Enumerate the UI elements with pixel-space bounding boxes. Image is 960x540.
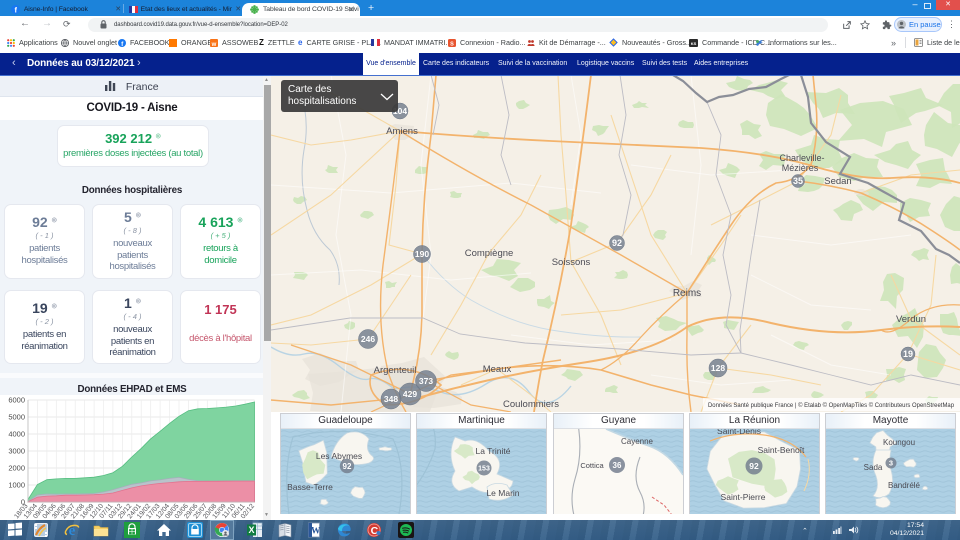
svg-text:Verdun: Verdun bbox=[896, 314, 926, 325]
svg-text:1000: 1000 bbox=[8, 481, 25, 490]
svg-text:Saint-Pierre: Saint-Pierre bbox=[721, 492, 766, 502]
svg-text:92: 92 bbox=[612, 238, 622, 248]
svg-text:Cottica: Cottica bbox=[580, 461, 604, 470]
svg-text:348: 348 bbox=[384, 394, 398, 404]
svg-text:S: S bbox=[450, 41, 454, 47]
svg-text:4000: 4000 bbox=[8, 430, 25, 439]
svg-text:X: X bbox=[248, 525, 254, 535]
svg-text:Saint-Benoît: Saint-Benoît bbox=[758, 445, 805, 455]
svg-text:Koungou: Koungou bbox=[883, 438, 915, 447]
svg-text:Carte des: Carte des bbox=[288, 84, 331, 95]
svg-text:C: C bbox=[371, 525, 379, 537]
svg-text:92: 92 bbox=[749, 461, 759, 471]
svg-text:Données Santé publique France: Données Santé publique France | © Etalab… bbox=[708, 401, 954, 409]
svg-text:5000: 5000 bbox=[8, 413, 25, 422]
svg-text:36: 36 bbox=[613, 461, 622, 470]
svg-text:190: 190 bbox=[415, 249, 429, 259]
svg-text:Coulommiers: Coulommiers bbox=[503, 399, 559, 410]
svg-text:Les Abymes: Les Abymes bbox=[316, 451, 362, 461]
svg-text:3: 3 bbox=[889, 459, 893, 468]
svg-text:Meaux: Meaux bbox=[483, 364, 512, 375]
svg-text:Le Marin: Le Marin bbox=[486, 488, 519, 498]
svg-text:Sada: Sada bbox=[864, 463, 883, 472]
svg-text:w: w bbox=[211, 42, 217, 47]
svg-text:Reims: Reims bbox=[673, 288, 701, 299]
svg-text:3000: 3000 bbox=[8, 447, 25, 456]
svg-text:Saint-Denis: Saint-Denis bbox=[717, 429, 761, 436]
svg-text:Cayenne: Cayenne bbox=[621, 437, 654, 446]
svg-text:246: 246 bbox=[361, 334, 375, 344]
svg-text:W: W bbox=[311, 527, 321, 537]
svg-text:La Trinité: La Trinité bbox=[476, 446, 511, 456]
svg-text:Bandrélé: Bandrélé bbox=[888, 481, 921, 490]
svg-text:6000: 6000 bbox=[8, 396, 25, 405]
svg-text:429: 429 bbox=[403, 389, 417, 399]
svg-text:Argenteuil: Argenteuil bbox=[374, 365, 417, 376]
svg-text:35: 35 bbox=[793, 176, 803, 186]
svg-text:Soissons: Soissons bbox=[552, 257, 591, 268]
svg-text:Basse-Terre: Basse-Terre bbox=[287, 482, 333, 492]
svg-text:92: 92 bbox=[343, 462, 352, 471]
svg-text:Compiègne: Compiègne bbox=[465, 248, 514, 259]
svg-text:Amiens: Amiens bbox=[386, 126, 418, 137]
svg-text:Charleville-: Charleville- bbox=[779, 153, 824, 163]
svg-text:2000: 2000 bbox=[8, 464, 25, 473]
svg-text:Sedan: Sedan bbox=[824, 176, 851, 187]
svg-text:19: 19 bbox=[903, 349, 913, 359]
svg-text:373: 373 bbox=[419, 376, 433, 386]
svg-text:128: 128 bbox=[711, 363, 725, 373]
svg-text:Mézières: Mézières bbox=[782, 163, 819, 173]
svg-text:153: 153 bbox=[478, 466, 490, 473]
svg-text:hospitalisations: hospitalisations bbox=[288, 96, 356, 107]
svg-text:KS: KS bbox=[691, 40, 697, 45]
